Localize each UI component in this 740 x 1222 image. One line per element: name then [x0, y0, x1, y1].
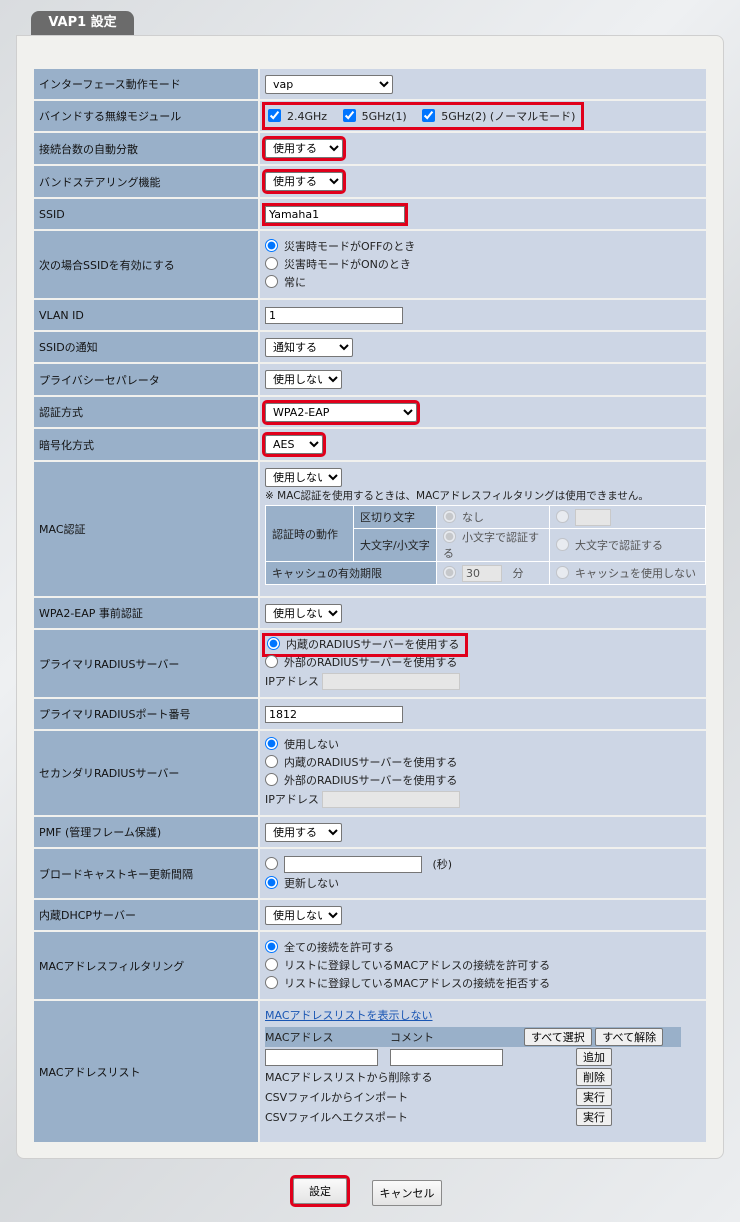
ssid-enable-off-radio[interactable] [265, 238, 278, 252]
privacy-separator-select[interactable]: 使用しない [265, 370, 342, 389]
dhcp-label: 内蔵DHCPサーバー [32, 898, 260, 932]
ssid-notify-label: SSIDの通知 [32, 330, 260, 364]
pmf-select[interactable]: 使用する [265, 822, 342, 842]
broadcast-interval-input[interactable] [284, 855, 422, 873]
secondary-external-radio[interactable] [265, 773, 278, 786]
primary-external-radio[interactable] [265, 654, 278, 668]
secondary-ip-input[interactable] [322, 791, 461, 808]
export-run-button[interactable]: 実行 [576, 1108, 612, 1126]
ssid-notify-select[interactable]: 通知する [265, 337, 353, 357]
settings-table: インターフェース動作モード vap バインドする無線モジュール 2.4GHz 5… [32, 67, 708, 1144]
select-all-button[interactable]: すべて選択 [524, 1028, 592, 1046]
mac-list-label: MACアドレスリスト [32, 999, 260, 1144]
dhcp-select[interactable]: 使用しない [265, 905, 342, 925]
band-steering-select[interactable]: 使用する [262, 169, 346, 194]
secondary-none-radio[interactable] [265, 737, 278, 750]
import-label: CSVファイルからインポート [265, 1091, 409, 1104]
preauth-select[interactable]: 使用しない [265, 603, 342, 623]
primary-port-label: プライマリRADIUSポート番号 [32, 697, 260, 731]
comment-col-header: コメント [390, 1031, 434, 1044]
ssid-enable-label: 次の場合SSIDを有効にする [32, 229, 260, 300]
interface-mode-select[interactable]: vap [265, 74, 393, 94]
mac-auth-note: ※ MAC認証を使用するときは、MACアドレスフィルタリングは使用できません。 [265, 490, 649, 502]
module-24ghz-checkbox[interactable] [268, 109, 281, 122]
module-5ghz1-checkbox[interactable] [342, 109, 356, 122]
separator-label: 区切り文字 [353, 505, 437, 529]
privacy-separator-label: プライバシーセパレータ [32, 362, 260, 397]
set-button[interactable]: 設定 [290, 1175, 350, 1207]
mac-address-input[interactable] [265, 1048, 378, 1066]
case-label: 大文字/小文字 [353, 528, 437, 562]
broadcast-key-label: ブロードキャストキー更新間隔 [32, 847, 260, 900]
preauth-label: WPA2-EAP 事前認証 [32, 596, 260, 630]
add-button[interactable]: 追加 [576, 1048, 612, 1066]
broadcast-interval-radio[interactable] [265, 856, 278, 870]
delete-label: MACアドレスリストから削除する [265, 1071, 433, 1084]
cache-expiry-label: キャッシュの有効期限 [265, 561, 437, 585]
case-lower-radio[interactable] [443, 530, 456, 543]
cache-expiry-radio[interactable] [443, 565, 456, 579]
auth-method-label: 認証方式 [32, 395, 260, 429]
case-upper-radio[interactable] [556, 538, 569, 551]
vlan-label: VLAN ID [32, 298, 260, 332]
ssid-enable-on-radio[interactable] [265, 256, 278, 270]
page-title: VAP1 設定 [48, 15, 117, 30]
primary-internal-radio[interactable] [267, 636, 280, 650]
ssid-label: SSID [32, 197, 260, 231]
mac-filter-allow-list-radio[interactable] [265, 957, 278, 971]
vlan-input[interactable] [265, 306, 403, 324]
separator-none-radio[interactable] [443, 510, 456, 523]
primary-ip-input[interactable] [322, 672, 461, 690]
secondary-internal-radio[interactable] [265, 755, 278, 768]
primary-port-input[interactable] [265, 705, 403, 723]
band-steering-label: バンドステアリング機能 [32, 164, 260, 199]
separator-custom-input[interactable] [575, 508, 611, 526]
deselect-all-button[interactable]: すべて解除 [595, 1028, 664, 1046]
mac-col-header: MACアドレス [265, 1031, 334, 1044]
primary-ip-label: IPアドレス [265, 674, 319, 688]
auth-action-label: 認証時の動作 [265, 505, 354, 562]
delete-button[interactable]: 削除 [576, 1068, 612, 1086]
module-5ghz2-checkbox[interactable] [422, 109, 436, 122]
broadcast-no-update-radio[interactable] [265, 875, 278, 889]
mac-list-table: MACアドレス コメント すべて選択 すべて解除 追加 MACアドレスリストから… [265, 1027, 681, 1127]
separator-custom-radio[interactable] [556, 509, 569, 523]
cancel-button[interactable]: キャンセル [372, 1180, 442, 1206]
comment-input[interactable] [390, 1048, 503, 1066]
no-cache-radio[interactable] [556, 566, 569, 579]
page-title-tab: VAP1 設定 [31, 11, 134, 35]
auto-distribute-label: 接続台数の自動分散 [32, 131, 260, 166]
secondary-ip-label: IPアドレス [265, 793, 319, 806]
auth-method-select[interactable]: WPA2-EAP [262, 399, 420, 425]
ssid-enable-always-radio[interactable] [265, 274, 278, 288]
auto-distribute-select[interactable]: 使用する [262, 136, 346, 161]
encryption-select[interactable]: AES [262, 432, 326, 457]
interface-mode-label: インターフェース動作モード [32, 67, 260, 101]
export-label: CSVファイルへエクスポート [265, 1111, 408, 1124]
mac-filter-label: MACアドレスフィルタリング [32, 930, 260, 1001]
primary-radius-label: プライマリRADIUSサーバー [32, 628, 260, 699]
mac-auth-options: 認証時の動作 区切り文字 なし 大文字/小文字 小文字で認証する 大文字で認証す… [265, 505, 706, 585]
pmf-label: PMF (管理フレーム保護) [32, 815, 260, 849]
mac-filter-deny-list-radio[interactable] [265, 975, 278, 989]
cache-expiry-input[interactable] [462, 564, 502, 582]
ssid-input[interactable] [262, 202, 408, 226]
mac-auth-select[interactable]: 使用しない [265, 468, 342, 487]
encryption-label: 暗号化方式 [32, 427, 260, 462]
bind-module-label: バインドする無線モジュール [32, 99, 260, 133]
import-run-button[interactable]: 実行 [576, 1088, 612, 1106]
mac-auth-label: MAC認証 [32, 460, 260, 598]
mac-list-toggle-link[interactable]: MACアドレスリストを表示しない [265, 1007, 706, 1023]
mac-filter-allow-all-radio[interactable] [265, 939, 278, 953]
secondary-radius-label: セカンダリRADIUSサーバー [32, 729, 260, 817]
